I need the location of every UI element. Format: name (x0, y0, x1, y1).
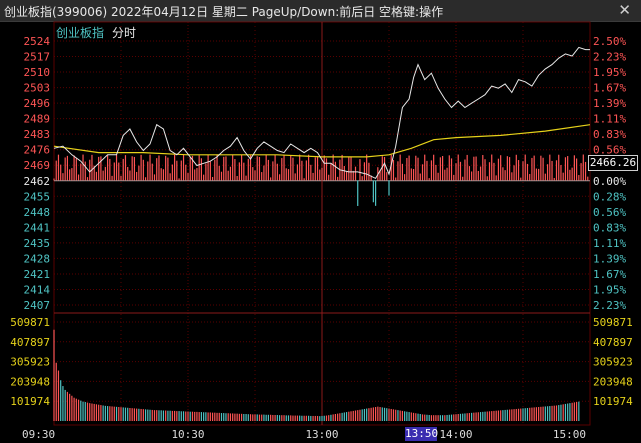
price-tick-label: 2524 (24, 35, 51, 48)
pct-tick-label: 1.39% (593, 97, 626, 110)
price-tick-label: 2428 (24, 252, 51, 265)
pct-tick-label: 1.11% (593, 237, 626, 250)
volume-tick-label-right: 305923 (593, 356, 633, 369)
pct-tick-label: 0.83% (593, 128, 626, 141)
pct-tick-label: 2.50% (593, 35, 626, 48)
volume-tick-label-right: 509871 (593, 316, 633, 329)
price-tick-label: 2421 (24, 268, 51, 281)
pct-tick-label: 1.95% (593, 66, 626, 79)
volume-tick-label-right: 101974 (593, 395, 633, 408)
price-tick-label: 2517 (24, 51, 51, 64)
price-tick-label: 2407 (24, 299, 51, 312)
time-tick-label: 09:30 (22, 428, 55, 441)
index-name-label: 创业板指 (56, 26, 105, 40)
price-tick-label: 2476 (24, 144, 51, 157)
price-tick-label: 2414 (24, 283, 51, 296)
time-tick-label: 14:00 (439, 428, 472, 441)
volume-tick-label: 407897 (10, 336, 50, 349)
time-tick-label: 13:00 (305, 428, 338, 441)
current-price-marker: 2466.26 (588, 155, 638, 171)
volume-tick-label: 509871 (10, 316, 50, 329)
pct-tick-label: 0.83% (593, 221, 626, 234)
pct-tick-label: 2.23% (593, 299, 626, 312)
volume-tick-label: 203948 (10, 375, 50, 388)
pct-tick-label: 0.00% (593, 175, 626, 188)
price-tick-label: 2489 (24, 113, 51, 126)
intraday-chart[interactable]: 2524 2.50% 2517 2.23% 2510 1.95% 2503 1.67% 2496… (0, 0, 641, 443)
pct-tick-label: 2.23% (593, 51, 626, 64)
price-tick-label: 2483 (24, 128, 51, 141)
price-tick-label: 2448 (24, 206, 51, 219)
pct-tick-label: 0.28% (593, 190, 626, 203)
price-tick-label: 2469 (24, 159, 51, 172)
price-tick-label: 2455 (24, 190, 51, 203)
price-tick-label: 2435 (24, 237, 51, 250)
volume-tick-label-right: 203948 (593, 375, 633, 388)
volume-tick-label: 101974 (10, 395, 50, 408)
volume-tick-label: 305923 (10, 356, 50, 369)
price-tick-label: 2441 (24, 221, 51, 234)
pct-tick-label: 0.56% (593, 206, 626, 219)
volume-tick-label-right: 407897 (593, 336, 633, 349)
price-tick-label: 2462 (24, 175, 51, 188)
pct-tick-label: 1.67% (593, 268, 626, 281)
price-tick-label: 2510 (24, 66, 51, 79)
crosshair-time-marker: 13:50 (405, 427, 439, 441)
chart-mode-label: 分时 (112, 26, 137, 40)
pct-tick-label: 1.95% (593, 283, 626, 296)
pct-tick-label: 1.67% (593, 82, 626, 95)
pct-tick-label: 1.11% (593, 113, 626, 126)
time-tick-label: 10:30 (171, 428, 204, 441)
pct-tick-label: 1.39% (593, 252, 626, 265)
time-tick-label: 15:00 (553, 428, 586, 441)
price-tick-label: 2496 (24, 97, 51, 110)
price-tick-label: 2503 (24, 82, 51, 95)
